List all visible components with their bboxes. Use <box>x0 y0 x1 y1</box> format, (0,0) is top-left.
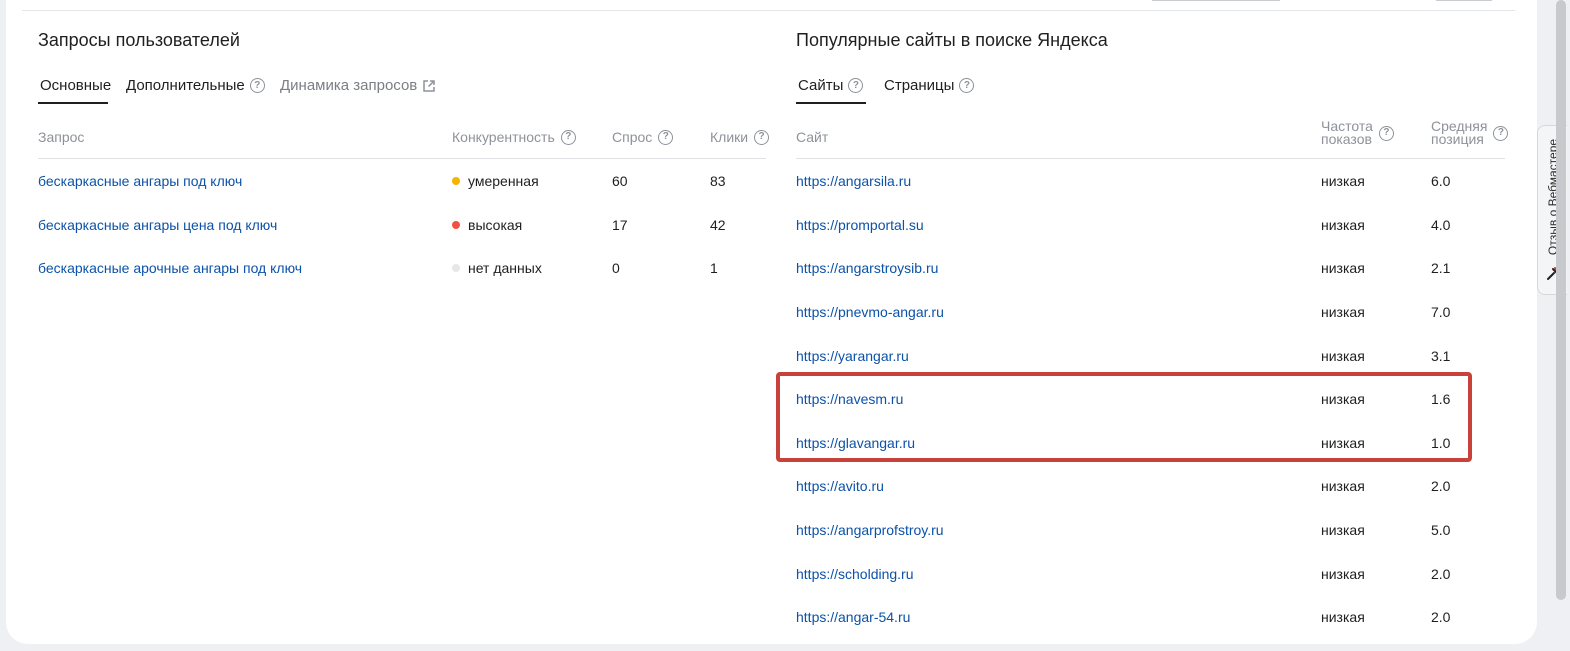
competition-dot <box>452 221 460 229</box>
tab-dynamics-label: Динамика запросов <box>280 77 418 94</box>
help-icon[interactable]: ? <box>658 129 674 145</box>
column-header-query: Запрос <box>38 129 85 145</box>
table-header-divider <box>38 158 766 159</box>
popular-sites-title: Популярные сайты в поиске Яндекса <box>796 30 1108 50</box>
demand-cell: 60 <box>612 173 628 189</box>
position-cell: 2.1 <box>1431 260 1451 276</box>
demand-cell: 17 <box>612 217 628 233</box>
tab-main[interactable]: Основные <box>40 77 111 94</box>
tab-sites-underline <box>796 102 866 104</box>
competition-cell: высокая <box>452 217 522 233</box>
competition-cell: умеренная <box>452 173 539 189</box>
tab-extra-label: Дополнительные <box>126 77 245 94</box>
site-link[interactable]: https://angarsila.ru <box>796 173 911 189</box>
demand-cell: 0 <box>612 260 620 276</box>
position-cell: 6.0 <box>1431 173 1451 189</box>
column-header-demand: Спрос ? <box>612 129 674 145</box>
column-header-frequency: Частота показов ? <box>1321 119 1394 146</box>
position-cell: 2.0 <box>1431 566 1451 582</box>
tab-sites[interactable]: Сайты ? <box>798 77 864 94</box>
competition-cell: нет данных <box>452 260 542 276</box>
highlight-box <box>776 372 1472 462</box>
tab-sites-label: Сайты <box>798 77 844 94</box>
top-control-edge <box>1152 0 1280 1</box>
tab-pages[interactable]: Страницы ? <box>884 77 975 94</box>
competition-dot <box>452 177 460 185</box>
top-control-edge <box>1436 0 1492 1</box>
column-header-competition: Конкурентность ? <box>452 129 576 145</box>
competition-dot <box>452 264 460 272</box>
tab-extra[interactable]: Дополнительные ? <box>126 77 265 94</box>
frequency-cell: низкая <box>1321 478 1365 494</box>
site-link[interactable]: https://pnevmo-angar.ru <box>796 304 944 320</box>
query-link[interactable]: бескаркасные ангары под ключ <box>38 173 242 189</box>
site-link[interactable]: https://yarangar.ru <box>796 348 909 364</box>
frequency-cell: низкая <box>1321 260 1365 276</box>
tab-pages-label: Страницы <box>884 77 955 94</box>
help-icon[interactable]: ? <box>249 78 265 93</box>
column-header-position: Средняя позиция ? <box>1431 119 1509 146</box>
tab-main-underline <box>38 102 108 104</box>
tab-dynamics[interactable]: Динамика запросов <box>280 77 436 94</box>
position-cell: 5.0 <box>1431 522 1451 538</box>
position-cell: 3.1 <box>1431 348 1451 364</box>
help-icon[interactable]: ? <box>1378 125 1394 141</box>
frequency-cell: низкая <box>1321 609 1365 625</box>
frequency-cell: низкая <box>1321 522 1365 538</box>
clicks-cell: 83 <box>710 173 726 189</box>
help-icon[interactable]: ? <box>959 78 975 93</box>
help-icon[interactable]: ? <box>848 78 864 93</box>
external-link-icon <box>423 79 436 92</box>
position-cell: 7.0 <box>1431 304 1451 320</box>
site-link[interactable]: https://promportal.su <box>796 217 924 233</box>
scrollbar[interactable] <box>1556 0 1566 600</box>
site-link[interactable]: https://avito.ru <box>796 478 884 494</box>
position-cell: 2.0 <box>1431 609 1451 625</box>
frequency-cell: низкая <box>1321 304 1365 320</box>
clicks-cell: 1 <box>710 260 718 276</box>
help-icon[interactable]: ? <box>1493 125 1509 141</box>
tab-main-label: Основные <box>40 77 112 94</box>
top-divider <box>22 10 1515 11</box>
column-header-clicks: Клики ? <box>710 129 770 145</box>
frequency-cell: низкая <box>1321 348 1365 364</box>
clicks-cell: 42 <box>710 217 726 233</box>
frequency-cell: низкая <box>1321 566 1365 582</box>
position-cell: 4.0 <box>1431 217 1451 233</box>
site-link[interactable]: https://angarstroysib.ru <box>796 260 938 276</box>
site-link[interactable]: https://scholding.ru <box>796 566 914 582</box>
frequency-cell: низкая <box>1321 173 1365 189</box>
site-link[interactable]: https://angarprofstroy.ru <box>796 522 944 538</box>
site-link[interactable]: https://angar-54.ru <box>796 609 910 625</box>
table-header-divider <box>796 158 1505 159</box>
user-queries-title: Запросы пользователей <box>38 30 240 50</box>
position-cell: 2.0 <box>1431 478 1451 494</box>
query-link[interactable]: бескаркасные ангары цена под ключ <box>38 217 277 233</box>
main-card <box>6 0 1537 644</box>
column-header-site: Сайт <box>796 129 829 145</box>
help-icon[interactable]: ? <box>754 129 770 145</box>
query-link[interactable]: бескаркасные арочные ангары под ключ <box>38 260 302 276</box>
frequency-cell: низкая <box>1321 217 1365 233</box>
help-icon[interactable]: ? <box>560 129 576 145</box>
